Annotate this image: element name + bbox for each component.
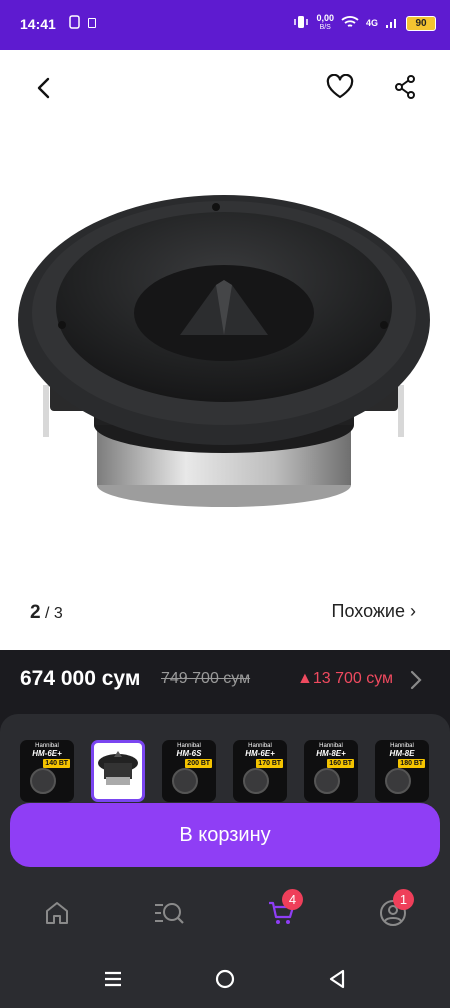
price-change: ▲13 700 сум	[297, 670, 394, 687]
thumb-model: HM-6S	[176, 749, 202, 758]
price-bar[interactable]: 674 000 сум 749 700 сум ▲13 700 сум	[0, 650, 450, 712]
nav-cart[interactable]: 4	[251, 883, 311, 943]
heart-icon	[326, 74, 354, 99]
status-indicators: 0,00 B/S 4G 90	[293, 14, 436, 32]
share-icon	[395, 75, 415, 99]
chevron-left-icon	[37, 77, 50, 99]
thumb-badge: 140 ВТ	[43, 759, 70, 768]
battery-icon: 90	[406, 15, 436, 31]
status-bar: 14:41 0,00 B/S 4G 90	[0, 0, 450, 50]
circle-home-icon	[215, 969, 235, 989]
back-system-button[interactable]	[322, 964, 352, 994]
status-time: 14:41	[20, 16, 56, 32]
speaker-thumb-icon	[385, 768, 411, 794]
variant-thumb-selected[interactable]	[91, 740, 145, 802]
product-gallery[interactable]: 2 / 3 Похожие ›	[0, 50, 450, 650]
home-icon	[46, 902, 68, 924]
thumb-badge: 180 ВТ	[398, 759, 425, 768]
thumb-badge: 200 ВТ	[185, 759, 212, 768]
chevron-right-icon[interactable]	[410, 670, 422, 690]
thumb-model: HM-6E+	[32, 749, 62, 758]
lock-icon	[88, 18, 96, 28]
variant-thumb[interactable]: Hannibal HM-8E+ 160 ВТ	[304, 740, 358, 802]
variant-thumb[interactable]: Hannibal HM-6E+ 140 ВТ	[20, 740, 74, 802]
add-to-cart-button[interactable]: В корзину	[10, 803, 440, 867]
search-catalog-icon	[155, 903, 184, 924]
net-speed: 0,00 B/S	[316, 14, 334, 32]
vibrate-icon	[293, 15, 309, 32]
old-price: 749 700 сум	[161, 670, 251, 687]
recent-apps-button[interactable]	[98, 964, 128, 994]
net-speed-value: 0,00	[316, 13, 334, 23]
gallery-pager: 2 / 3	[30, 602, 63, 624]
system-nav-bar	[0, 950, 450, 1008]
wifi-icon	[341, 15, 359, 32]
nav-profile[interactable]: 1	[363, 883, 423, 943]
variant-thumbnails[interactable]: Hannibal HM-6E+ 140 ВТ Hannibal HM-6S 20…	[0, 740, 450, 802]
speaker-thumb-icon	[243, 768, 269, 794]
bottom-nav: 4 1	[0, 883, 450, 943]
speaker-thumb-icon	[314, 768, 340, 794]
nav-home[interactable]	[27, 883, 87, 943]
gallery-total: / 3	[45, 605, 63, 622]
variant-thumb[interactable]: Hannibal HM-6S 200 ВТ	[162, 740, 216, 802]
similar-link[interactable]: Похожие ›	[332, 601, 416, 622]
thumb-model: HM-6E+	[245, 749, 275, 758]
nav-catalog[interactable]	[139, 883, 199, 943]
thumb-badge: 170 ВТ	[256, 759, 283, 768]
current-price: 674 000 сум	[20, 667, 141, 690]
dnd-icon	[69, 15, 81, 32]
tweeter-speaker-image	[18, 195, 430, 507]
network-type: 4G	[365, 18, 378, 28]
speaker-thumb-icon	[30, 768, 56, 794]
tweeter-thumb-icon	[98, 751, 138, 785]
share-button[interactable]	[388, 70, 422, 104]
battery-level: 90	[415, 17, 427, 29]
signal-icon	[385, 15, 399, 32]
cart-badge: 4	[282, 889, 303, 910]
favorite-button[interactable]	[323, 70, 357, 104]
back-button[interactable]	[28, 72, 60, 104]
variant-thumb[interactable]: Hannibal HM-8E 180 ВТ	[375, 740, 429, 802]
variant-thumb[interactable]: Hannibal HM-6E+ 170 ВТ	[233, 740, 287, 802]
thumb-badge: 160 ВТ	[327, 759, 354, 768]
thumb-model: HM-8E+	[316, 749, 346, 758]
net-speed-unit: B/S	[319, 24, 331, 31]
gallery-current: 2	[30, 602, 41, 623]
thumb-model: HM-8E	[389, 749, 415, 758]
triangle-back-icon	[329, 969, 345, 989]
profile-badge: 1	[393, 889, 414, 910]
home-button[interactable]	[210, 964, 240, 994]
menu-icon	[105, 971, 121, 987]
speaker-thumb-icon	[172, 768, 198, 794]
